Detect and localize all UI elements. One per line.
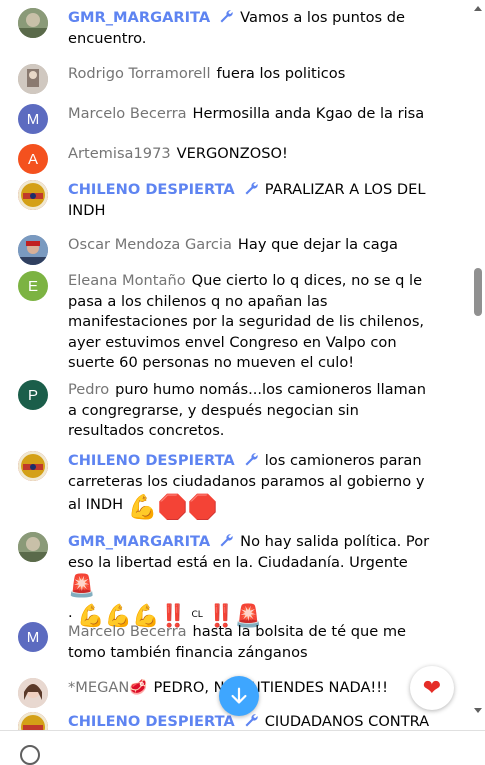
avatar[interactable]: M [18,622,48,652]
heart-icon: ❤ [422,675,442,701]
avatar[interactable] [18,678,48,708]
chat-message: E Eleana Montaño Que cierto lo q dices, n… [18,271,438,374]
chat-message: P Pedro puro humo nomás...los camioneros … [18,380,438,442]
avatar[interactable]: P [18,380,48,410]
chat-message: Rodrigo Torramorell fuera los politicos [18,64,438,94]
author-name[interactable]: CHILENO DESPIERTA [68,713,235,730]
scroll-up-arrow-icon[interactable] [474,6,482,11]
author-name[interactable]: Eleana Montaño [68,272,186,289]
avatar-letter: E [27,277,38,295]
message-text: puro humo nomás...los camioneros llaman … [68,381,426,439]
jump-to-bottom-button[interactable] [219,676,259,716]
chat-input-bar [0,730,485,765]
chat-message: M Marcelo Becerra Hermosilla anda Kgao de… [18,104,438,134]
wrench-icon [245,453,258,466]
avatar[interactable] [18,712,48,730]
avatar[interactable] [18,235,48,265]
chat-message: A Artemisa1973 VERGONZOSO! [18,144,438,174]
author-name[interactable]: Marcelo Becerra [68,623,187,640]
account-icon[interactable] [20,745,40,765]
wrench-icon [220,10,233,23]
avatar-letter: M [26,110,40,128]
chat-message: CHILENO DESPIERTA PARALIZAR A LOS DEL IND… [18,180,438,221]
message-text: Hay que dejar la caga [237,236,398,253]
message-text: fuera los politicos [216,65,346,82]
message-text: Hermosilla anda Kgao de la risa [192,105,425,122]
chat-message: GMR_MARGARITA No hay salida política. Por… [18,532,438,633]
chat-message: GMR_MARGARITA Vamos a los puntos de encue… [18,8,438,49]
wrench-icon [220,534,233,547]
scroll-down-arrow-icon[interactable] [474,708,482,713]
author-name[interactable]: Oscar Mendoza Garcia [68,236,232,253]
author-name[interactable]: *MEGAN🥩 [68,679,148,696]
flag-cl-label: CL [191,610,203,620]
avatar[interactable]: E [18,271,48,301]
chat-message: CHILENO DESPIERTA los camioneros paran ca… [18,451,438,522]
arrow-down-icon [231,687,247,704]
author-name[interactable]: Pedro [68,381,109,398]
author-name[interactable]: GMR_MARGARITA [68,9,210,26]
author-name[interactable]: CHILENO DESPIERTA [68,181,235,198]
avatar[interactable] [18,451,48,481]
avatar[interactable] [18,64,48,94]
avatar[interactable] [18,8,48,38]
chat-message: CHILENO DESPIERTA CIUDADANOS CONTRA [18,712,438,730]
chat-message: Oscar Mendoza Garcia Hay que dejar la cag… [18,235,438,265]
heart-reaction-button[interactable]: ❤ [410,666,454,710]
message-text: PEDRO, NO ENTIENDES NADA!!! [153,679,388,696]
author-name[interactable]: Marcelo Becerra [68,105,187,122]
siren-emoji: 🚨 [68,574,96,599]
message-text: VERGONZOSO! [176,145,288,162]
message-text-extra: . [68,604,73,621]
scrollbar-thumb[interactable] [474,268,482,316]
avatar[interactable] [18,180,48,210]
avatar-letter: P [27,386,38,404]
wrench-icon [245,182,258,195]
chat-message: M Marcelo Becerra hasta la bolsita de té … [18,622,438,663]
avatar[interactable]: A [18,144,48,174]
author-name[interactable]: Artemisa1973 [68,145,171,162]
emoji-group: 💪🛑🛑 [127,493,218,521]
avatar[interactable]: M [18,104,48,134]
avatar-letter: M [26,628,40,646]
author-name[interactable]: GMR_MARGARITA [68,533,210,550]
chat-list: GMR_MARGARITA Vamos a los puntos de encue… [0,0,470,730]
avatar-letter: A [27,150,38,168]
message-text: CIUDADANOS CONTRA [264,713,430,730]
author-name[interactable]: CHILENO DESPIERTA [68,452,235,469]
avatar[interactable] [18,532,48,562]
author-name[interactable]: Rodrigo Torramorell [68,65,211,82]
